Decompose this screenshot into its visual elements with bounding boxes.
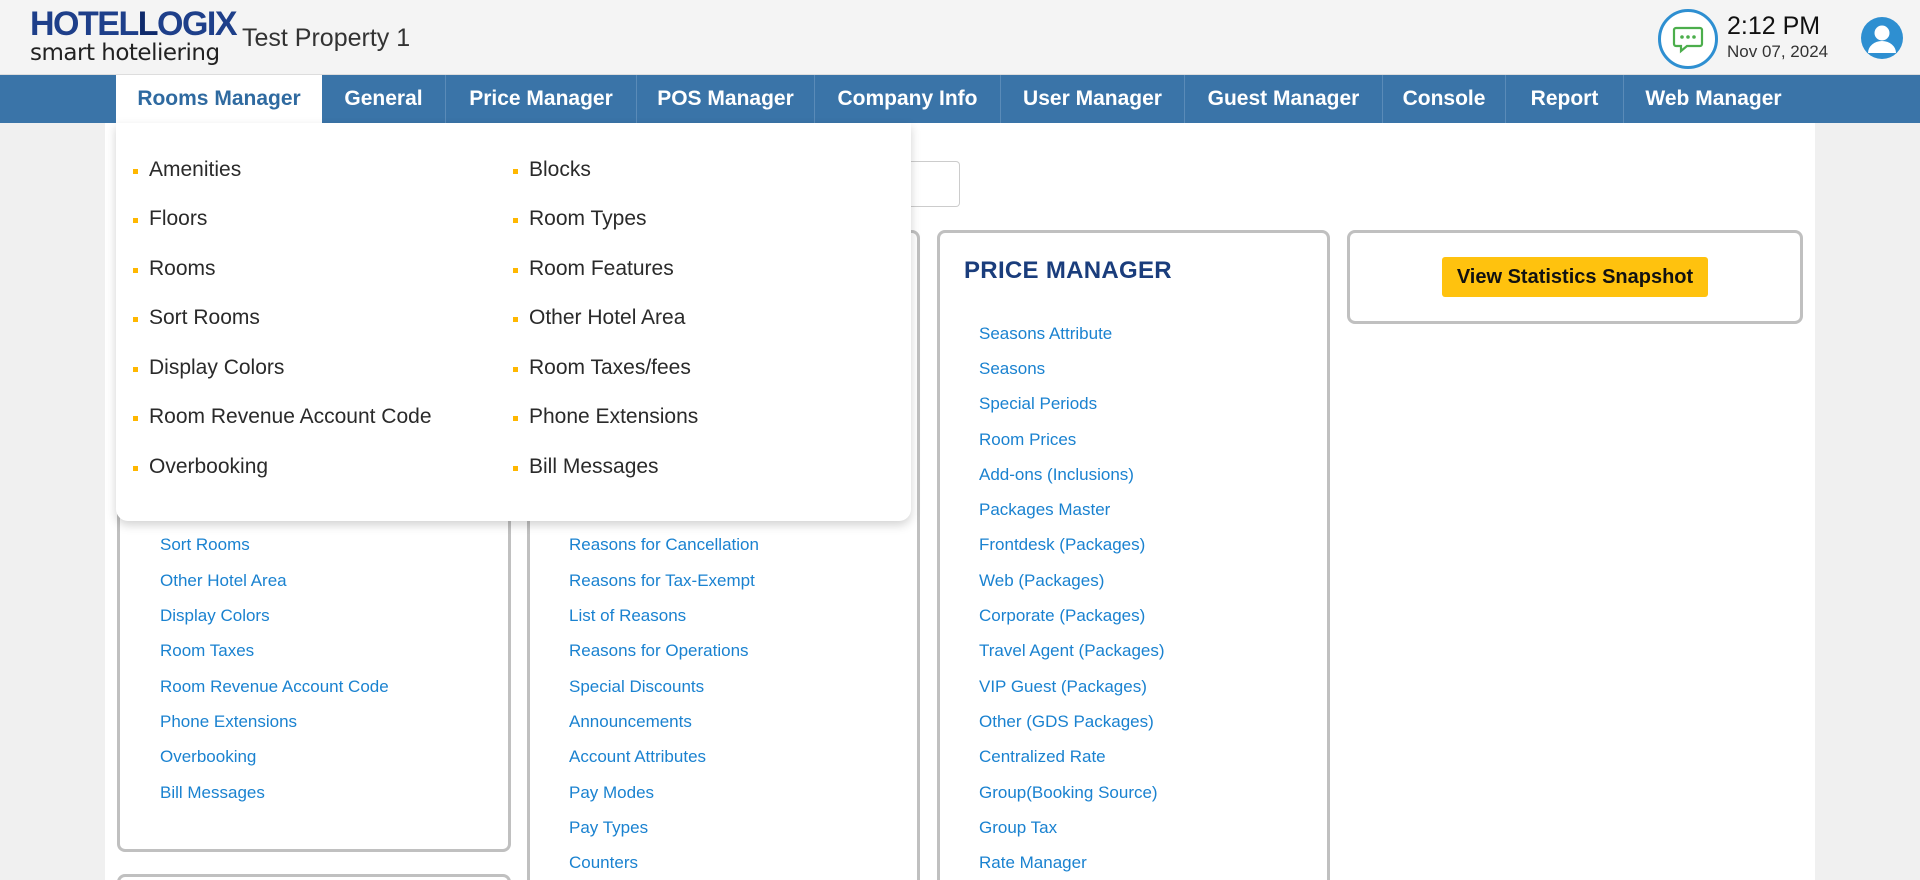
link-group-tax[interactable]: Group Tax (979, 818, 1057, 838)
nav-company-info[interactable]: Company Info (814, 75, 1000, 123)
nav-user-manager[interactable]: User Manager (1000, 75, 1184, 123)
bullet-icon (133, 218, 138, 223)
link-announcements[interactable]: Announcements (569, 712, 692, 732)
menu-item-display-colors[interactable]: Display Colors (149, 356, 284, 380)
link-other-gds-packages[interactable]: Other (GDS Packages) (979, 712, 1154, 732)
nav-general[interactable]: General (322, 75, 445, 123)
link-vip-guest-packages[interactable]: VIP Guest (Packages) (979, 677, 1147, 697)
link-pay-types[interactable]: Pay Types (569, 818, 648, 838)
menu-item-sort-rooms[interactable]: Sort Rooms (149, 306, 260, 330)
rooms-manager-dropdown: Amenities Floors Rooms Sort Rooms Displa… (116, 123, 911, 521)
menu-item-phone-extensions[interactable]: Phone Extensions (529, 405, 698, 429)
bullet-icon (513, 416, 518, 421)
nav-web-manager[interactable]: Web Manager (1623, 75, 1803, 123)
link-special-periods[interactable]: Special Periods (979, 394, 1097, 414)
menu-item-floors[interactable]: Floors (149, 207, 207, 231)
property-name[interactable]: Test Property 1 (242, 24, 410, 53)
link-add-ons[interactable]: Add-ons (Inclusions) (979, 465, 1134, 485)
app-header: HOTELLOGIX smart hoteliering Test Proper… (0, 0, 1920, 75)
bullet-icon (513, 169, 518, 174)
link-other-hotel-area[interactable]: Other Hotel Area (160, 571, 287, 591)
bullet-icon (513, 466, 518, 471)
bullet-icon (133, 317, 138, 322)
menu-item-room-types[interactable]: Room Types (529, 207, 647, 231)
menu-item-room-features[interactable]: Room Features (529, 257, 674, 281)
menu-item-rooms[interactable]: Rooms (149, 257, 216, 281)
bullet-icon (513, 218, 518, 223)
nav-report[interactable]: Report (1505, 75, 1623, 123)
bullet-icon (513, 367, 518, 372)
menu-item-blocks[interactable]: Blocks (529, 158, 591, 182)
link-overbooking[interactable]: Overbooking (160, 747, 256, 767)
link-corporate-packages[interactable]: Corporate (Packages) (979, 606, 1145, 626)
link-bill-messages[interactable]: Bill Messages (160, 783, 265, 803)
nav-console[interactable]: Console (1382, 75, 1505, 123)
view-statistics-snapshot-button[interactable]: View Statistics Snapshot (1442, 257, 1708, 297)
link-group-booking-source[interactable]: Group(Booking Source) (979, 783, 1158, 803)
link-counters[interactable]: Counters (569, 853, 638, 873)
menu-item-overbooking[interactable]: Overbooking (149, 455, 268, 479)
clock: 2:12 PM Nov 07, 2024 (1727, 10, 1828, 62)
bullet-icon (133, 367, 138, 372)
link-rate-manager[interactable]: Rate Manager (979, 853, 1087, 873)
link-room-prices[interactable]: Room Prices (979, 430, 1076, 450)
link-account-attributes[interactable]: Account Attributes (569, 747, 706, 767)
bullet-icon (133, 416, 138, 421)
menu-item-bill-messages[interactable]: Bill Messages (529, 455, 659, 479)
link-packages-master[interactable]: Packages Master (979, 500, 1110, 520)
link-phone-extensions[interactable]: Phone Extensions (160, 712, 297, 732)
price-manager-title: PRICE MANAGER (964, 257, 1172, 284)
link-reasons-for-tax-exempt[interactable]: Reasons for Tax-Exempt (569, 571, 755, 591)
next-panel-edge (117, 874, 511, 880)
menu-item-amenities[interactable]: Amenities (149, 158, 241, 182)
link-frontdesk-packages[interactable]: Frontdesk (Packages) (979, 535, 1145, 555)
link-pay-modes[interactable]: Pay Modes (569, 783, 654, 803)
link-room-taxes[interactable]: Room Taxes (160, 641, 254, 661)
logo-tagline: smart hoteliering (30, 40, 220, 66)
user-icon (1868, 25, 1896, 53)
menu-item-other-hotel-area[interactable]: Other Hotel Area (529, 306, 685, 330)
bullet-icon (133, 169, 138, 174)
bullet-icon (513, 268, 518, 273)
link-room-revenue-account-code[interactable]: Room Revenue Account Code (160, 677, 389, 697)
bullet-icon (133, 466, 138, 471)
clock-date: Nov 07, 2024 (1727, 42, 1829, 61)
logo-wordmark: HOTELLOGIX (30, 5, 238, 43)
bullet-icon (513, 317, 518, 322)
chat-button[interactable] (1658, 9, 1718, 69)
link-seasons-attribute[interactable]: Seasons Attribute (979, 324, 1112, 344)
nav-pos-manager[interactable]: POS Manager (636, 75, 814, 123)
menu-item-room-revenue-account-code[interactable]: Room Revenue Account Code (149, 405, 432, 429)
user-avatar[interactable] (1861, 17, 1903, 59)
hotelogix-logo[interactable]: HOTELLOGIX smart hoteliering (30, 5, 238, 66)
nav-price-manager[interactable]: Price Manager (445, 75, 636, 123)
link-seasons[interactable]: Seasons (979, 359, 1045, 379)
main-nav: Rooms Manager General Price Manager POS … (0, 75, 1920, 123)
menu-item-room-taxes-fees[interactable]: Room Taxes/fees (529, 356, 691, 380)
link-list-of-reasons[interactable]: List of Reasons (569, 606, 686, 626)
link-reasons-for-cancellation[interactable]: Reasons for Cancellation (569, 535, 759, 555)
link-special-discounts[interactable]: Special Discounts (569, 677, 704, 697)
nav-guest-manager[interactable]: Guest Manager (1184, 75, 1382, 123)
link-sort-rooms[interactable]: Sort Rooms (160, 535, 250, 555)
link-web-packages[interactable]: Web (Packages) (979, 571, 1104, 591)
chat-bubble-icon (1672, 26, 1704, 54)
clock-time: 2:12 PM (1727, 12, 1821, 40)
link-reasons-for-operations[interactable]: Reasons for Operations (569, 641, 749, 661)
nav-rooms-manager[interactable]: Rooms Manager (116, 75, 322, 123)
bullet-icon (133, 268, 138, 273)
link-travel-agent-packages[interactable]: Travel Agent (Packages) (979, 641, 1165, 661)
link-display-colors[interactable]: Display Colors (160, 606, 270, 626)
link-centralized-rate[interactable]: Centralized Rate (979, 747, 1106, 767)
